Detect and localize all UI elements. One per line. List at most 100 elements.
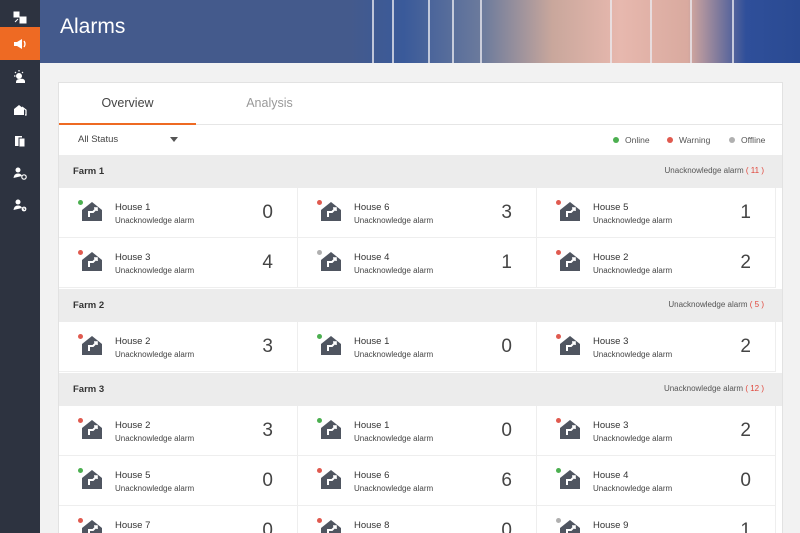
house-card[interactable]: House 4 Unacknowledge alarm 0 [537, 456, 776, 506]
house-name: House 1 [354, 336, 390, 347]
farm-header: Farm 1 Unacknowledge alarm ( 11 ) [59, 155, 782, 188]
house-card[interactable]: House 7Unacknowledge alarm0 [59, 506, 298, 533]
house-name: House 6 [354, 202, 390, 213]
tab-overview[interactable]: Overview [59, 83, 196, 125]
house-card[interactable]: House 3 Unacknowledge alarm 4 [59, 238, 298, 288]
sidebar-item-weather[interactable] [0, 60, 40, 93]
tab-analysis[interactable]: Analysis [201, 83, 338, 125]
chevron-down-icon [170, 137, 178, 142]
sidebar-item-documents[interactable] [0, 124, 40, 157]
house-card[interactable]: House 9Unacknowledge alarm1 [537, 506, 776, 533]
house-card[interactable]: House 6 Unacknowledge alarm 6 [298, 456, 537, 506]
status-dot-icon [78, 200, 83, 205]
farm-name: Farm 3 [73, 384, 105, 395]
house-card[interactable]: House 2 Unacknowledge alarm 3 [59, 322, 298, 372]
house-alarm-label: Unacknowledge alarm [593, 484, 673, 493]
legend-label: Warning [679, 135, 711, 145]
sidebar-item-user-clock[interactable] [0, 188, 40, 221]
house-icon [320, 250, 342, 272]
offline-dot-icon [729, 137, 735, 143]
house-icon [559, 334, 581, 356]
farm-alarm-label: Unacknowledge alarm [664, 166, 744, 175]
status-dot-icon [317, 518, 322, 523]
house-icon [81, 468, 103, 490]
house-card[interactable]: House 2 Unacknowledge alarm 2 [537, 238, 776, 288]
status-filter-value: All Status [78, 134, 119, 145]
house-alarm-label: Unacknowledge alarm [593, 434, 673, 443]
status-dot-icon [317, 418, 322, 423]
header-banner-photo [350, 0, 800, 63]
status-dot-icon [78, 334, 83, 339]
house-alarm-label: Unacknowledge alarm [354, 484, 434, 493]
status-dot-icon [556, 468, 561, 473]
status-dot-icon [556, 250, 561, 255]
farm-alarm-summary: Unacknowledge alarm ( 5 ) [668, 300, 764, 309]
sidebar-item-houses[interactable] [0, 92, 40, 125]
house-name: House 1 [115, 202, 151, 213]
house-alarm-count: 0 [501, 520, 512, 533]
legend-label: Offline [741, 135, 766, 145]
house-alarm-count: 1 [501, 252, 512, 273]
house-alarm-count: 0 [501, 336, 512, 357]
house-card[interactable]: House 6 Unacknowledge alarm 3 [298, 188, 537, 238]
house-name: House 3 [593, 420, 629, 431]
house-name: House 6 [354, 470, 390, 481]
house-name: House 2 [115, 336, 151, 347]
house-name: House 5 [593, 202, 629, 213]
status-filter-select[interactable]: All Status [78, 134, 178, 150]
house-card[interactable]: House 1 Unacknowledge alarm 0 [298, 406, 537, 456]
house-icon [320, 200, 342, 222]
house-alarm-count: 2 [740, 252, 751, 273]
house-alarm-count: 1 [740, 520, 751, 533]
status-dot-icon [78, 468, 83, 473]
house-card[interactable]: House 3 Unacknowledge alarm 2 [537, 322, 776, 372]
house-alarm-count: 0 [740, 470, 751, 491]
house-card[interactable]: House 1 Unacknowledge alarm 0 [298, 322, 537, 372]
house-card[interactable]: House 3 Unacknowledge alarm 2 [537, 406, 776, 456]
sidebar-item-user-settings[interactable] [0, 156, 40, 189]
status-dot-icon [556, 518, 561, 523]
alarms-panel: Overview Analysis All Status Online Warn… [58, 82, 783, 533]
legend-label: Online [625, 135, 650, 145]
house-alarm-count: 3 [262, 336, 273, 357]
house-card[interactable]: House 1 Unacknowledge alarm 0 [59, 188, 298, 238]
house-card[interactable]: House 5 Unacknowledge alarm 1 [537, 188, 776, 238]
house-name: House 2 [115, 420, 151, 431]
farm-alarm-summary: Unacknowledge alarm ( 11 ) [665, 166, 764, 175]
house-card[interactable]: House 2 Unacknowledge alarm 3 [59, 406, 298, 456]
farm-alarm-summary: Unacknowledge alarm ( 12 ) [664, 384, 764, 393]
house-alarm-count: 4 [262, 252, 273, 273]
house-icon [559, 200, 581, 222]
user-clock-icon [13, 199, 27, 211]
house-alarm-label: Unacknowledge alarm [115, 266, 195, 275]
farm-alarm-count: ( 12 ) [745, 384, 764, 393]
house-icon [81, 200, 103, 222]
farm-alarm-count: ( 11 ) [745, 166, 764, 175]
house-alarm-count: 0 [262, 202, 273, 223]
house-icon [559, 418, 581, 440]
house-alarm-count: 2 [740, 420, 751, 441]
status-dot-icon [556, 200, 561, 205]
status-dot-icon [78, 518, 83, 523]
filter-bar: All Status Online Warning Offline [59, 125, 782, 155]
online-dot-icon [613, 137, 619, 143]
house-name: House 8 [354, 520, 390, 531]
house-alarm-label: Unacknowledge alarm [593, 266, 673, 275]
farm-name: Farm 2 [73, 300, 105, 311]
house-alarm-label: Unacknowledge alarm [593, 216, 673, 225]
status-dot-icon [317, 200, 322, 205]
page-header: Alarms [40, 0, 800, 63]
house-card[interactable]: House 8Unacknowledge alarm0 [298, 506, 537, 533]
house-icon [559, 250, 581, 272]
documents-icon [15, 135, 26, 147]
sidebar-item-alarms[interactable] [0, 27, 40, 60]
house-alarm-label: Unacknowledge alarm [593, 350, 673, 359]
status-dot-icon [78, 250, 83, 255]
house-card[interactable]: House 4 Unacknowledge alarm 1 [298, 238, 537, 288]
house-icon [81, 418, 103, 440]
house-alarm-label: Unacknowledge alarm [115, 484, 195, 493]
house-card[interactable]: House 5 Unacknowledge alarm 0 [59, 456, 298, 506]
house-name: House 4 [354, 252, 390, 263]
house-alarm-label: Unacknowledge alarm [115, 216, 195, 225]
sidebar [0, 0, 40, 533]
